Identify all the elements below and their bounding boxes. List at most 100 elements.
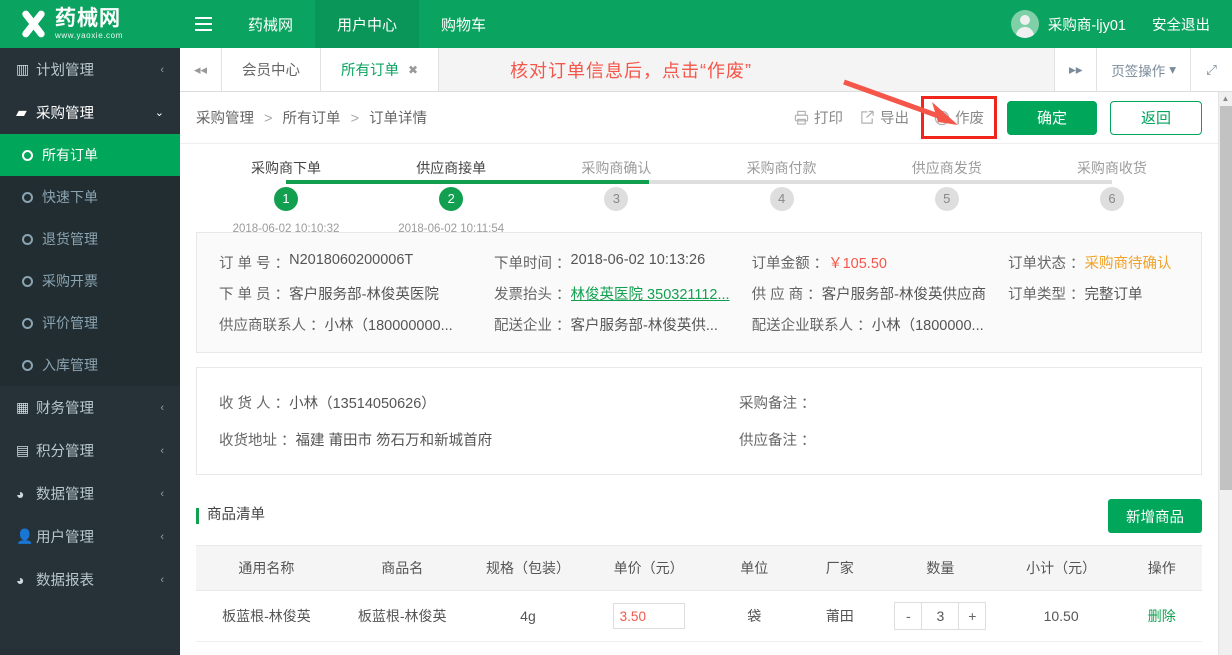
scrollbar-thumb[interactable]	[1220, 106, 1232, 490]
circle-icon	[22, 317, 33, 329]
delete-row-button[interactable]: 删除	[1148, 608, 1176, 624]
receiver-row: 收 货 人 ：小林（13514050626）	[197, 384, 717, 421]
receiver-label: 收 货 人 ：	[219, 396, 290, 412]
address-label: 收货地址 ：	[219, 433, 296, 449]
supplier-label: 供 应 商 ：	[751, 287, 822, 303]
sidebar-item-users[interactable]: 👤 用户管理 ‹	[0, 515, 180, 558]
sidebar-label-points: 积分管理	[36, 444, 94, 460]
tab-operations-dropdown[interactable]: 页签操作 ▾	[1096, 48, 1190, 91]
chevron-left-icon: ‹	[160, 401, 164, 414]
col-factory: 厂家	[799, 545, 881, 591]
order-no-row: 订 单 号 ： N2018060200006T	[197, 247, 472, 278]
sidebar-sublabel-returns: 退货管理	[42, 231, 98, 247]
step-2-number: 2	[439, 187, 464, 211]
top-bar-right: 采购商-ljy01 安全退出	[1010, 10, 1232, 38]
breadcrumb-item-0[interactable]: 采购管理	[196, 111, 254, 127]
cell-subtotal: 10.50	[1000, 590, 1122, 642]
logout-button[interactable]: 安全退出	[1152, 14, 1210, 35]
brand-logo[interactable]: 药械网 www.yaoxie.com	[0, 0, 180, 48]
delivery-contact-row: 配送企业联系人 ： 小林（1800000...	[730, 309, 986, 340]
cell-unit: 袋	[709, 590, 800, 642]
step-2-time: 2018-06-02 10:11:54	[398, 223, 505, 235]
sidebar-item-finance[interactable]: ▦ 财务管理 ‹	[0, 386, 180, 429]
delivery-contact-value: 小林（1800000...	[871, 318, 984, 334]
brand-name: 药械网	[55, 7, 121, 30]
step-1-label: 采购商下单	[251, 160, 321, 176]
supplier-contact-value: 小林（180000000...	[324, 318, 453, 334]
sidebar-subitem-inbound[interactable]: 入库管理	[0, 344, 180, 386]
order-no-value: N2018060200006T	[289, 252, 414, 268]
order-status-row: 订单状态 ： 采购商待确认	[986, 247, 1201, 278]
breadcrumb-item-2: 订单详情	[369, 111, 428, 127]
step-3-label: 采购商确认	[581, 160, 652, 176]
supplier-row: 供 应 商 ： 客户服务部-林俊英供应商	[730, 278, 986, 309]
database-icon: ▤	[16, 442, 30, 458]
delivery-info-card: 收 货 人 ：小林（13514050626） 收货地址 ：福建 莆田市 笏石万和…	[196, 367, 1202, 475]
ban-icon	[934, 110, 950, 125]
print-button[interactable]: 打印	[792, 103, 845, 132]
top-nav-item-cart[interactable]: 购物车	[419, 0, 508, 48]
export-button[interactable]: 导出	[858, 103, 911, 132]
sidebar-submenu-purchase: 所有订单 快速下单 退货管理 采购开票 评价管理 入库管理	[0, 134, 180, 386]
confirm-button[interactable]: 确定	[1006, 100, 1097, 135]
tab-all-orders[interactable]: 所有订单 ✖	[321, 48, 440, 91]
hamburger-icon[interactable]	[180, 0, 226, 48]
x-logo-icon	[18, 9, 48, 39]
top-nav-item-home[interactable]: 药械网	[226, 0, 315, 48]
void-button[interactable]: 作废	[932, 103, 986, 132]
quantity-value[interactable]: 3	[921, 603, 960, 629]
page-root: 药械网 www.yaoxie.com ▥ 计划管理 ‹ ▰ 采购管理 ⌄ 所有订…	[0, 0, 1232, 655]
order-type-row: 订单类型 ： 完整订单	[986, 278, 1201, 309]
user-menu[interactable]: 采购商-ljy01	[1010, 10, 1126, 38]
sidebar-subitem-quick-order[interactable]: 快速下单	[0, 176, 180, 218]
action-row: 采购管理 > 所有订单 > 订单详情 打印 导出 作废 确定 返回	[180, 92, 1218, 144]
top-bar: 药械网 用户中心 购物车 采购商-ljy01 安全退出	[180, 0, 1232, 48]
tab-bar-right: ▸▸ 页签操作 ▾ ⤢	[1054, 48, 1232, 91]
sidebar-item-reports[interactable]: ◕ 数据报表 ‹	[0, 558, 180, 601]
breadcrumb-separator: >	[264, 111, 273, 127]
vertical-scrollbar[interactable]: ▲	[1218, 92, 1232, 655]
circle-icon	[22, 191, 33, 203]
tab-member-center[interactable]: 会员中心	[222, 48, 321, 91]
steps-row: 采购商下单 1 2018-06-02 10:10:32 供应商接单 2 2018…	[226, 158, 1172, 235]
delivery-grid: 收 货 人 ：小林（13514050626） 收货地址 ：福建 莆田市 笏石万和…	[197, 368, 1201, 474]
goods-section-header: 商品清单 新增商品	[180, 489, 1218, 545]
sidebar-subitem-evaluation[interactable]: 评价管理	[0, 302, 180, 344]
step-5-number: 5	[934, 187, 959, 211]
order-progress-steps: 采购商下单 1 2018-06-02 10:10:32 供应商接单 2 2018…	[180, 144, 1218, 235]
goods-header-row: 通用名称 商品名 规格（包装） 单价（元） 单位 厂家 数量 小计（元） 操作	[196, 545, 1202, 591]
col-quantity: 数量	[880, 545, 1001, 591]
back-button[interactable]: 返回	[1109, 100, 1202, 135]
quantity-decrement-button[interactable]: -	[895, 603, 922, 629]
unit-price-input[interactable]	[612, 603, 685, 629]
sidebar-item-plan[interactable]: ▥ 计划管理 ‹	[0, 48, 180, 91]
invoice-title-value[interactable]: 林俊英医院 350321112...	[571, 283, 730, 304]
chart-bar-icon: ▥	[16, 61, 30, 77]
sidebar-item-data[interactable]: ◕ 数据管理 ‹	[0, 472, 180, 515]
col-generic-name: 通用名称	[196, 545, 337, 591]
add-product-button[interactable]: 新增商品	[1108, 499, 1202, 533]
sidebar-subitem-all-orders[interactable]: 所有订单	[0, 134, 180, 176]
col-unit: 单位	[709, 545, 800, 591]
chevron-double-left-icon[interactable]: ◂◂	[180, 48, 222, 91]
orderer-label: 下 单 员 ：	[219, 287, 290, 303]
tab-label-member-center: 会员中心	[242, 63, 300, 79]
step-2-label: 供应商接单	[416, 160, 487, 176]
scroll-up-arrow-icon[interactable]: ▲	[1219, 92, 1232, 106]
breadcrumb-item-1[interactable]: 所有订单	[283, 111, 341, 127]
quantity-increment-button[interactable]: +	[959, 603, 986, 629]
sidebar-subitem-returns[interactable]: 退货管理	[0, 218, 180, 260]
chevron-left-icon: ‹	[160, 444, 164, 457]
sidebar-sublabel-all-orders: 所有订单	[42, 147, 98, 163]
top-nav-item-user-center[interactable]: 用户中心	[315, 0, 420, 48]
order-info-col-1: 订 单 号 ： N2018060200006T 下 单 员 ： 客户服务部-林俊…	[197, 247, 472, 340]
sidebar-sublabel-evaluation: 评价管理	[42, 315, 98, 331]
sidebar-item-points[interactable]: ▤ 积分管理 ‹	[0, 429, 180, 472]
close-icon[interactable]: ✖	[408, 63, 418, 77]
chevron-down-icon: ⌄	[154, 107, 164, 119]
circle-icon	[22, 233, 33, 245]
chevron-double-right-icon[interactable]: ▸▸	[1054, 48, 1097, 91]
fullscreen-icon[interactable]: ⤢	[1190, 48, 1232, 91]
sidebar-subitem-invoicing[interactable]: 采购开票	[0, 260, 180, 302]
sidebar-item-purchase[interactable]: ▰ 采购管理 ⌄	[0, 91, 180, 134]
